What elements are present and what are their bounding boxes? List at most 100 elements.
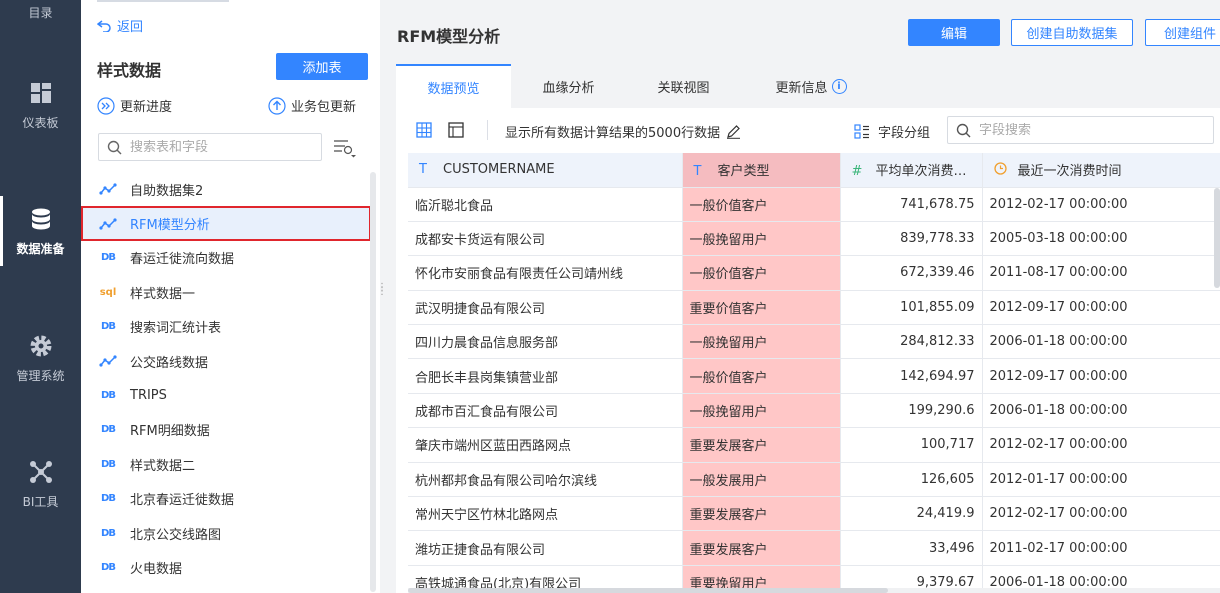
- create-dataset-button[interactable]: 创建自助数据集: [1011, 19, 1133, 46]
- table-cell: 672,339.46: [840, 255, 983, 291]
- table-row: 四川力晨食品信息服务部 一般挽留用户 284,812.33 2006-01-18 00…: [408, 324, 1220, 360]
- table-cell: 杭州都邦食品有限公司哈尔滨线: [408, 462, 683, 498]
- table-cell: 2012-09-17 00:00:00: [982, 290, 1220, 326]
- back-link[interactable]: 返回: [97, 16, 143, 35]
- tab-data-preview[interactable]: 数据预览: [396, 64, 511, 108]
- field-group-button[interactable]: 字段分组: [854, 122, 930, 141]
- sidebar-table-item[interactable]: DB 春运迁徙流向数据: [81, 241, 371, 275]
- tab-label: 关联视图: [657, 80, 710, 96]
- sidebar-table-item[interactable]: DB 北京春运迁徙数据: [81, 482, 371, 516]
- info-icon[interactable]: i: [831, 78, 847, 94]
- sidebar-table-item[interactable]: DB 火电数据: [81, 550, 371, 584]
- column-header[interactable]: T 客户类型: [682, 153, 841, 188]
- field-search-input[interactable]: [979, 122, 1199, 138]
- table-cell: 2011-08-17 00:00:00: [982, 255, 1220, 291]
- main-panel: RFM模型分析 编辑 创建自助数据集 创建组件 数据预览 血缘分析 关联视图 更…: [380, 0, 1220, 593]
- table-tree: 自助数据集2 RFM模型分析 DB 春运迁徙流向数据 sql 样式数据一 DB 搜索词汇统计表…: [81, 172, 371, 585]
- sidebar-table-item[interactable]: 公交路线数据: [81, 344, 371, 378]
- table-horizontal-scrollbar[interactable]: [408, 588, 1220, 593]
- table-cell: 199,290.6: [840, 393, 983, 429]
- nav-item-management[interactable]: 管理系统: [0, 333, 81, 384]
- nav-item-dashboard[interactable]: 仪表板: [0, 80, 81, 131]
- sidebar-table-item[interactable]: DB 北京公交线路图: [81, 516, 371, 550]
- sidebar-table-label: 自助数据集2: [130, 183, 204, 199]
- table-cell: 2012-02-17 00:00:00: [982, 187, 1220, 222]
- tab-relation-view[interactable]: 关联视图: [626, 64, 741, 108]
- sidebar-table-item[interactable]: DB 样式数据二: [81, 447, 371, 481]
- table-view-icon[interactable]: [416, 122, 432, 138]
- clock-icon: [993, 162, 1008, 179]
- table-cell: 重要发展客户: [682, 530, 841, 566]
- package-update-link[interactable]: 业务包更新: [268, 96, 356, 115]
- sidebar-table-label: RFM模型分析: [130, 218, 210, 234]
- layout-view-icon[interactable]: [448, 122, 464, 138]
- table-cell: 2011-02-17 00:00:00: [982, 530, 1220, 566]
- sidebar-table-item[interactable]: DB RFM明细数据: [81, 413, 371, 447]
- filter-sort-icon[interactable]: [331, 134, 357, 160]
- table-row: 怀化市安丽食品有限责任公司靖州线 一般价值客户 672,339.46 2011-08-…: [408, 255, 1220, 291]
- sidebar-table-item[interactable]: sql 样式数据一: [81, 275, 371, 309]
- table-cell: 142,694.97: [840, 358, 983, 394]
- nav-label: 仪表板: [22, 116, 59, 130]
- table-header-row: T CUSTOMERNAME T 客户类型 # 平均单次消费… 最近一次消费时间: [408, 153, 1220, 188]
- table-cell: 常州天宁区竹林北路网点: [408, 496, 683, 532]
- number-type-icon: #: [851, 164, 863, 180]
- double-chevron-icon: [97, 96, 115, 115]
- sql-table-icon: sql: [99, 286, 117, 298]
- sidebar-table-label: RFM明细数据: [130, 424, 210, 440]
- field-group-label: 字段分组: [878, 126, 931, 141]
- search-icon: [956, 123, 971, 137]
- update-progress-label: 更新进度: [120, 100, 173, 115]
- sidebar-table-label: TRIPS: [130, 388, 167, 404]
- table-cell: 839,778.33: [840, 221, 983, 257]
- edit-pencil-icon[interactable]: [726, 124, 741, 139]
- table-cell: 武汉明捷食品有限公司: [408, 290, 683, 326]
- nav-label: 管理系统: [16, 369, 65, 383]
- sidebar-table-item[interactable]: DB 搜索词汇统计表: [81, 310, 371, 344]
- self-service-dataset-icon: [98, 183, 118, 195]
- column-header[interactable]: T CUSTOMERNAME: [408, 153, 683, 188]
- sidebar-table-label: 北京公交线路图: [130, 527, 222, 543]
- table-vertical-scrollbar[interactable]: [1214, 188, 1220, 288]
- nav-item-bi-tools[interactable]: BI工具: [0, 459, 81, 510]
- create-component-button[interactable]: 创建组件: [1145, 19, 1220, 46]
- update-progress-link[interactable]: 更新进度: [97, 96, 172, 115]
- edit-button[interactable]: 编辑: [908, 19, 1000, 46]
- sidebar-scrollbar[interactable]: [370, 172, 376, 592]
- table-cell: 2005-03-18 00:00:00: [982, 221, 1220, 257]
- table-cell: 2012-02-17 00:00:00: [982, 496, 1220, 532]
- table-search-input[interactable]: [130, 139, 310, 155]
- table-row: 合肥长丰县岗集镇营业部 一般价值客户 142,694.97 2012-09-17 00…: [408, 358, 1220, 394]
- table-cell: 四川力晨食品信息服务部: [408, 324, 683, 360]
- tab-update-info[interactable]: 更新信息 i: [741, 64, 881, 108]
- self-service-dataset-icon: [98, 217, 118, 230]
- sidebar-table-item[interactable]: 自助数据集2: [81, 172, 371, 206]
- table-row: 临沂聪北食品 一般价值客户 741,678.75 2012-02-17 00:00:0…: [408, 187, 1220, 222]
- nav-item-catalog[interactable]: 目录: [0, 4, 81, 21]
- column-header[interactable]: # 平均单次消费…: [840, 153, 983, 188]
- data-notice: 显示所有数据计算结果的5000行数据: [505, 122, 741, 141]
- table-cell: 一般挽留用户: [682, 393, 841, 429]
- sidebar-table-item[interactable]: DB TRIPS: [81, 378, 371, 412]
- table-cell: 2012-01-17 00:00:00: [982, 462, 1220, 498]
- upload-icon: [268, 96, 286, 115]
- data-notice-text: 显示所有数据计算结果的5000行数据: [505, 126, 721, 141]
- table-cell: 一般发展用户: [682, 462, 841, 498]
- table-row: 潍坊正捷食品有限公司 重要发展客户 33,496 2011-02-17 00:00:0…: [408, 530, 1220, 566]
- table-cell: 临沂聪北食品: [408, 187, 683, 222]
- table-cell: 284,812.33: [840, 324, 983, 360]
- sidebar-table-item[interactable]: RFM模型分析: [81, 206, 371, 241]
- sidebar-table-label: 火电数据: [130, 561, 183, 577]
- db-table-icon: DB: [101, 321, 116, 333]
- add-table-button[interactable]: 添加表: [276, 53, 368, 80]
- back-arrow-icon: [97, 19, 111, 32]
- table-cell: 一般价值客户: [682, 187, 841, 222]
- column-header[interactable]: 最近一次消费时间: [982, 153, 1220, 188]
- field-group-icon: [854, 123, 869, 139]
- table-cell: 一般价值客户: [682, 358, 841, 394]
- nav-item-data-prep[interactable]: 数据准备: [0, 196, 81, 266]
- tab-label: 数据预览: [427, 81, 480, 97]
- data-preview-panel: 显示所有数据计算结果的5000行数据 字段分组 字段搜索 T CUSTOMERN…: [396, 108, 1220, 593]
- table-cell: 一般挽留用户: [682, 324, 841, 360]
- tab-lineage[interactable]: 血缘分析: [511, 64, 626, 108]
